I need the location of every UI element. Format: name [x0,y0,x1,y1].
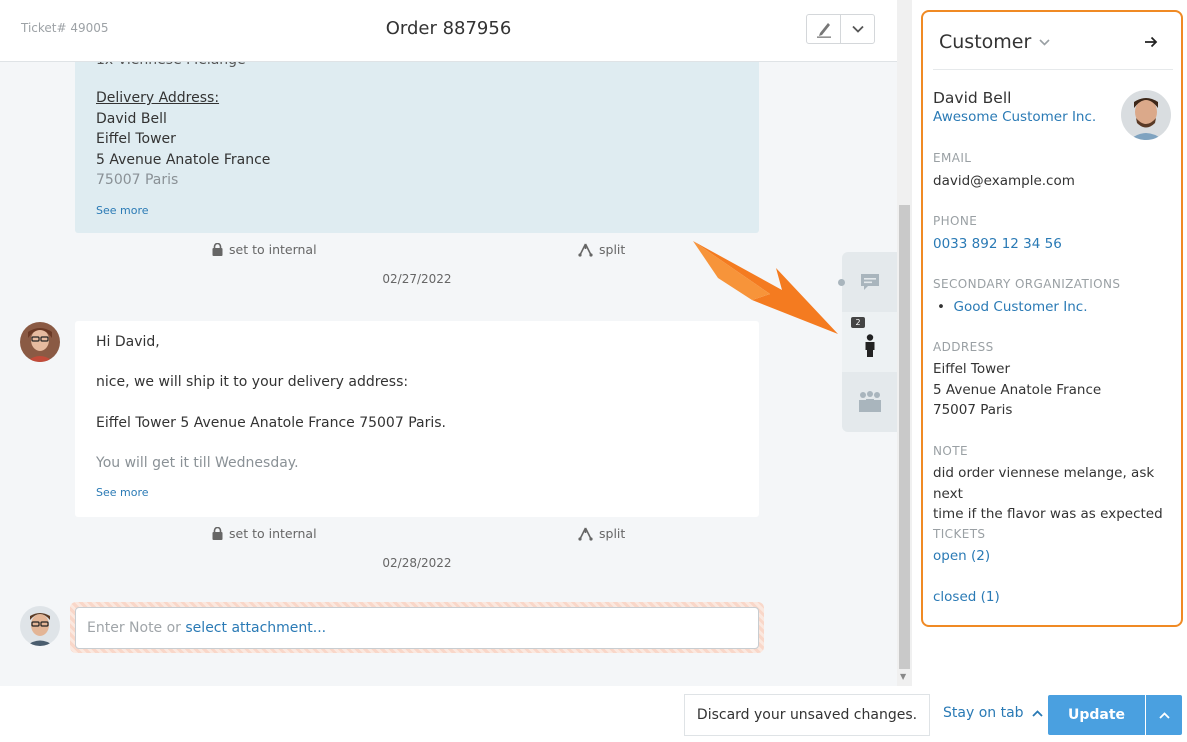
customer-panel: Customer David Bell Awesome Customer Inc… [921,10,1183,627]
split-action[interactable]: split [578,242,625,257]
article-internal: 1x Viennese Melange Delivery Address: Da… [75,40,759,233]
tab-organization[interactable] [842,372,897,432]
phone-label: PHONE [933,214,978,228]
chevron-down-icon [1039,38,1050,46]
chevron-up-icon [1031,709,1043,717]
reply-line: Eiffel Tower 5 Avenue Anatole France 750… [96,415,446,431]
delivery-heading: Delivery Address: [96,90,220,106]
organization-icon [858,391,881,412]
address-line: Eiffel Tower [933,361,1011,377]
user-avatar-image [20,606,60,646]
customer-heading: Customer [939,31,1032,53]
person-icon [865,334,874,357]
split-label: split [599,526,626,541]
split-action[interactable]: split [578,526,625,541]
reply-line: nice, we will ship it to your delivery a… [96,374,409,390]
customer-name: David Bell [933,89,1012,107]
bullet: • [937,299,954,315]
lock-icon [212,527,223,540]
scroll-down-arrow[interactable]: ▼ [900,672,906,681]
tickets-label: TICKETS [933,527,986,541]
see-more-link[interactable]: See more [96,486,149,499]
address-line: 75007 Paris [933,402,1013,418]
note-placeholder: Enter Note or [87,620,186,636]
tickets-closed-link[interactable]: closed (1) [933,587,1000,608]
set-internal-label: set to internal [229,526,317,541]
pencil-icon [816,23,831,38]
article-date: 02/28/2022 [382,556,452,570]
scrollbar-thumb[interactable] [899,205,910,669]
discard-changes-button[interactable]: Discard your unsaved changes. [684,694,930,736]
note-label: NOTE [933,444,968,458]
customer-tab-badge: 2 [851,317,865,328]
delivery-line: 5 Avenue Anatole France [96,151,271,168]
customer-note[interactable]: did order viennese melange, ask next tim… [933,463,1181,525]
divider [933,69,1173,70]
delivery-line: Eiffel Tower [96,131,176,147]
sidebar-tabs: 2 [842,252,897,432]
update-options-button[interactable] [1146,695,1182,735]
delivery-line: David Bell [96,110,167,127]
customer-address: Eiffel Tower 5 Avenue Anatole France 750… [933,359,1101,421]
chevron-up-icon [1158,711,1170,719]
tab-ticket[interactable] [842,252,897,312]
customer-heading-dropdown[interactable]: Customer [939,31,1050,53]
note-line: time if the flavor was as expected [933,506,1163,522]
arrow-right-icon [1145,36,1158,48]
stay-on-tab-label: Stay on tab [943,705,1024,721]
ticket-main: 1x Viennese Melange Delivery Address: Da… [0,0,912,686]
reply-greeting: Hi David, [96,334,160,350]
delivery-line-faded: 75007 Paris [96,172,179,188]
customer-phone-link[interactable]: 0033 892 12 34 56 [933,234,1062,255]
orange-pointer-arrow [693,241,838,334]
ticket-edit-button-group [806,14,875,44]
set-internal-action[interactable]: set to internal [212,526,317,541]
secondary-org-item: • Good Customer Inc. [937,299,1088,315]
article-body: Delivery Address: David Bell Eiffel Towe… [96,88,270,191]
ticket-header: Ticket# 49005 Order 887956 [0,0,897,62]
note-input[interactable]: Enter Note or select attachment... [75,607,759,649]
stay-on-tab-toggle[interactable]: Stay on tab [943,705,1043,721]
tickets-open-link[interactable]: open (2) [933,546,990,567]
article-date: 02/27/2022 [382,272,452,286]
secondary-orgs-label: SECONDARY ORGANIZATIONS [933,277,1121,291]
agent-avatar-image [20,322,60,362]
set-internal-action[interactable]: set to internal [212,242,317,257]
split-icon [578,243,593,257]
set-internal-label: set to internal [229,242,317,257]
reply-line-faded: You will get it till Wednesday. [96,455,299,471]
split-label: split [599,242,626,257]
customer-avatar [1121,90,1171,140]
address-line: 5 Avenue Anatole France [933,381,1102,398]
current-user-avatar [20,606,60,646]
select-attachment-link[interactable]: select attachment... [185,620,326,636]
chevron-down-icon [851,25,864,33]
customer-avatar-image [1121,90,1171,140]
update-button[interactable]: Update [1048,695,1145,735]
edit-dropdown-button[interactable] [840,15,874,43]
agent-avatar[interactable] [20,322,60,362]
tab-customer[interactable]: 2 [842,312,897,372]
see-more-link[interactable]: See more [96,201,149,222]
article-agent-reply: Hi David, nice, we will ship it to your … [75,321,759,517]
customer-organization-link[interactable]: Awesome Customer Inc. [933,109,1096,125]
note-line: did order viennese melange, ask next [933,465,1155,502]
chat-icon [860,274,879,290]
ticket-title[interactable]: Order 887956 [0,18,897,39]
split-icon [578,527,593,541]
address-label: ADDRESS [933,340,994,354]
open-customer-button[interactable] [1144,34,1158,53]
email-label: EMAIL [933,151,972,165]
secondary-org-link[interactable]: Good Customer Inc. [954,299,1088,315]
edit-button[interactable] [807,15,840,43]
lock-icon [212,243,223,256]
customer-email[interactable]: david@example.com [933,171,1075,192]
